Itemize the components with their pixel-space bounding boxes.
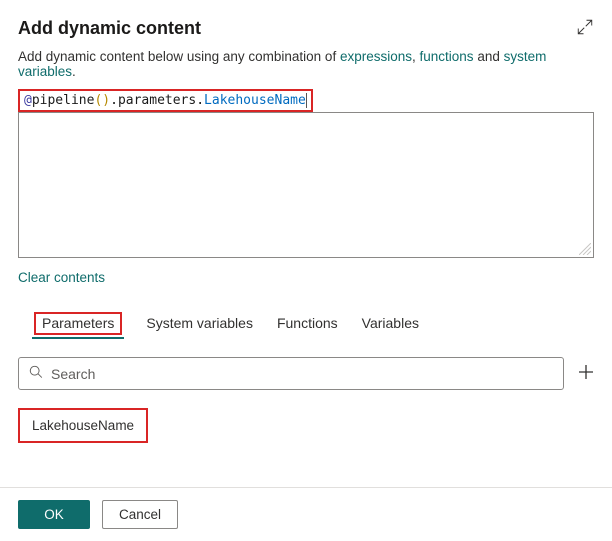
tab-parameters-label: Parameters <box>34 312 122 335</box>
tab-system-variables[interactable]: System variables <box>144 311 255 339</box>
cancel-button[interactable]: Cancel <box>102 500 178 529</box>
subtitle-prefix: Add dynamic content below using any comb… <box>18 49 340 64</box>
expand-icon[interactable] <box>576 18 594 39</box>
tok-paren-close: ) <box>102 93 110 108</box>
tok-call: pipeline <box>32 93 95 108</box>
tok-at: @ <box>24 93 32 108</box>
tabs-row: Parameters System variables Functions Va… <box>18 311 594 339</box>
subtitle-sep2: and <box>474 49 504 64</box>
tok-prop-lakehousename: LakehouseName <box>204 93 307 108</box>
parameters-list: LakehouseName <box>18 408 594 443</box>
tok-dot2: . <box>196 93 204 108</box>
subtitle-suffix: . <box>72 64 76 79</box>
dialog-title: Add dynamic content <box>18 18 201 39</box>
expression-text-area[interactable] <box>18 112 594 258</box>
link-functions[interactable]: functions <box>420 49 474 64</box>
search-input[interactable]: Search <box>18 357 564 390</box>
tab-parameters[interactable]: Parameters <box>32 311 124 339</box>
tok-prop-parameters: parameters <box>118 93 196 108</box>
link-expressions[interactable]: expressions <box>340 49 412 64</box>
clear-contents-link[interactable]: Clear contents <box>18 270 105 285</box>
subtitle-sep1: , <box>412 49 420 64</box>
dialog-footer: OK Cancel <box>0 487 612 541</box>
search-placeholder: Search <box>51 366 95 382</box>
add-icon[interactable] <box>578 364 594 383</box>
search-icon <box>29 365 43 382</box>
tok-dot1: . <box>110 93 118 108</box>
expression-editor[interactable]: @pipeline().parameters.LakehouseName <box>24 93 307 108</box>
subtitle-text: Add dynamic content below using any comb… <box>18 49 594 79</box>
tab-variables[interactable]: Variables <box>360 311 421 339</box>
parameter-item-lakehousename[interactable]: LakehouseName <box>18 408 148 443</box>
tab-functions[interactable]: Functions <box>275 311 340 339</box>
expression-highlight: @pipeline().parameters.LakehouseName <box>18 89 313 112</box>
resize-handle-icon[interactable] <box>579 243 591 255</box>
ok-button[interactable]: OK <box>18 500 90 529</box>
